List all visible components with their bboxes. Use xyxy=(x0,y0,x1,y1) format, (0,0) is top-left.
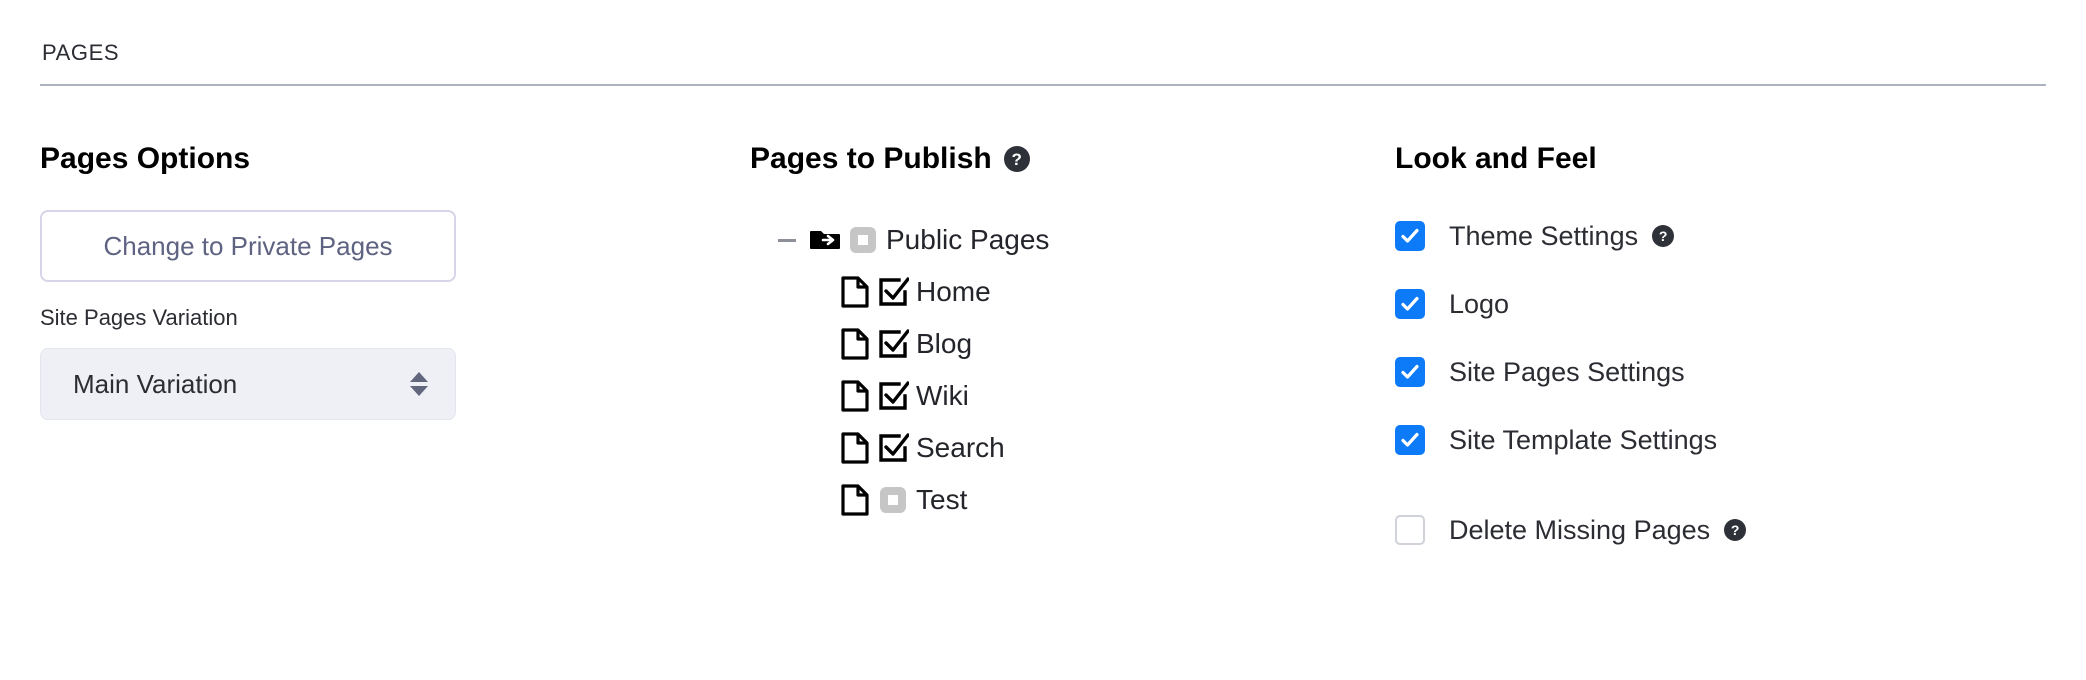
column-pages-to-publish: Pages to Publish ? Public Pages Home Blo… xyxy=(750,140,1370,526)
pages-to-publish-title-text: Pages to Publish xyxy=(750,142,992,175)
site-pages-variation-label: Site Pages Variation xyxy=(40,305,238,330)
option-theme-settings[interactable]: Theme Settings ? xyxy=(1395,202,2055,270)
section-header-pages: PAGES xyxy=(42,40,120,65)
column-pages-options: Pages Options Change to Private Pages Si… xyxy=(40,140,680,420)
checkbox-site-pages-settings[interactable] xyxy=(1395,357,1425,387)
label-delete-missing-pages-text: Delete Missing Pages xyxy=(1449,514,1711,545)
question-mark-icon[interactable]: ? xyxy=(1652,225,1675,247)
label-site-template-settings: Site Template Settings xyxy=(1449,425,1717,456)
checkbox-site-template-settings[interactable] xyxy=(1395,425,1425,455)
page-icon xyxy=(838,379,872,413)
tree-checkbox-home[interactable] xyxy=(876,275,910,309)
pages-tree: Public Pages Home Blog Wiki Search Test xyxy=(774,214,1370,526)
pages-options-title: Pages Options xyxy=(40,142,251,175)
tree-label-wiki: Wiki xyxy=(916,380,969,411)
tree-checkbox-search[interactable] xyxy=(876,431,910,465)
label-site-pages-settings-text: Site Pages Settings xyxy=(1449,356,1685,387)
tree-checkbox-blog[interactable] xyxy=(876,327,910,361)
page-icon xyxy=(838,327,872,361)
option-site-pages-settings[interactable]: Site Pages Settings xyxy=(1395,338,2055,406)
option-logo[interactable]: Logo xyxy=(1395,270,2055,338)
page-icon xyxy=(838,275,872,309)
change-to-private-pages-button[interactable]: Change to Private Pages xyxy=(40,210,456,282)
label-site-template-settings-text: Site Template Settings xyxy=(1449,424,1718,455)
tree-label-test: Test xyxy=(916,484,968,515)
tree-row-home[interactable]: Home xyxy=(774,266,1370,318)
tree-checkbox-wiki[interactable] xyxy=(876,379,910,413)
checkbox-theme-settings[interactable] xyxy=(1395,221,1425,251)
pages-to-publish-title: Pages to Publish ? xyxy=(750,140,1370,178)
option-site-template-settings[interactable]: Site Template Settings xyxy=(1395,406,2055,474)
folder-arrow-icon xyxy=(808,223,842,257)
triangle-down-icon[interactable] xyxy=(410,386,428,396)
tree-row-blog[interactable]: Blog xyxy=(774,318,1370,370)
tree-checkbox-public-pages[interactable] xyxy=(846,223,880,257)
tree-label-search: Search xyxy=(916,432,1005,463)
tree-row-test[interactable]: Test xyxy=(774,474,1370,526)
label-theme-settings: Theme Settings ? xyxy=(1449,220,1675,252)
variation-stepper[interactable] xyxy=(410,372,428,396)
label-site-pages-settings: Site Pages Settings xyxy=(1449,357,1685,388)
tree-label-blog: Blog xyxy=(916,328,973,359)
pages-settings-panel: PAGES Pages Options Change to Private Pa… xyxy=(0,0,2086,680)
page-icon xyxy=(838,431,872,465)
column-look-and-feel: Look and Feel Theme Settings ? Logo Site… xyxy=(1395,140,2055,564)
checkbox-delete-missing-pages[interactable] xyxy=(1395,515,1425,545)
tree-label-public-pages: Public Pages xyxy=(886,224,1050,255)
label-logo-text: Logo xyxy=(1449,288,1510,319)
tree-label-home: Home xyxy=(916,276,991,307)
site-pages-variation-select[interactable]: Main Variation xyxy=(40,348,456,420)
collapse-minus-icon[interactable] xyxy=(774,227,800,253)
question-mark-icon[interactable]: ? xyxy=(1003,146,1030,172)
tree-row-search[interactable]: Search xyxy=(774,422,1370,474)
triangle-up-icon[interactable] xyxy=(410,372,428,382)
look-and-feel-title: Look and Feel xyxy=(1395,142,1597,175)
label-delete-missing-pages: Delete Missing Pages ? xyxy=(1449,514,1747,546)
section-divider xyxy=(40,84,2046,86)
page-icon xyxy=(838,483,872,517)
site-pages-variation-select-wrap: Main Variation xyxy=(40,348,456,420)
tree-checkbox-test[interactable] xyxy=(876,483,910,517)
label-theme-settings-text: Theme Settings xyxy=(1449,220,1639,251)
checkbox-logo[interactable] xyxy=(1395,289,1425,319)
label-logo: Logo xyxy=(1449,289,1509,320)
question-mark-icon[interactable]: ? xyxy=(1724,519,1747,541)
option-delete-missing-pages[interactable]: Delete Missing Pages ? xyxy=(1395,496,2055,564)
tree-row-wiki[interactable]: Wiki xyxy=(774,370,1370,422)
tree-row-public-pages[interactable]: Public Pages xyxy=(774,214,1370,266)
